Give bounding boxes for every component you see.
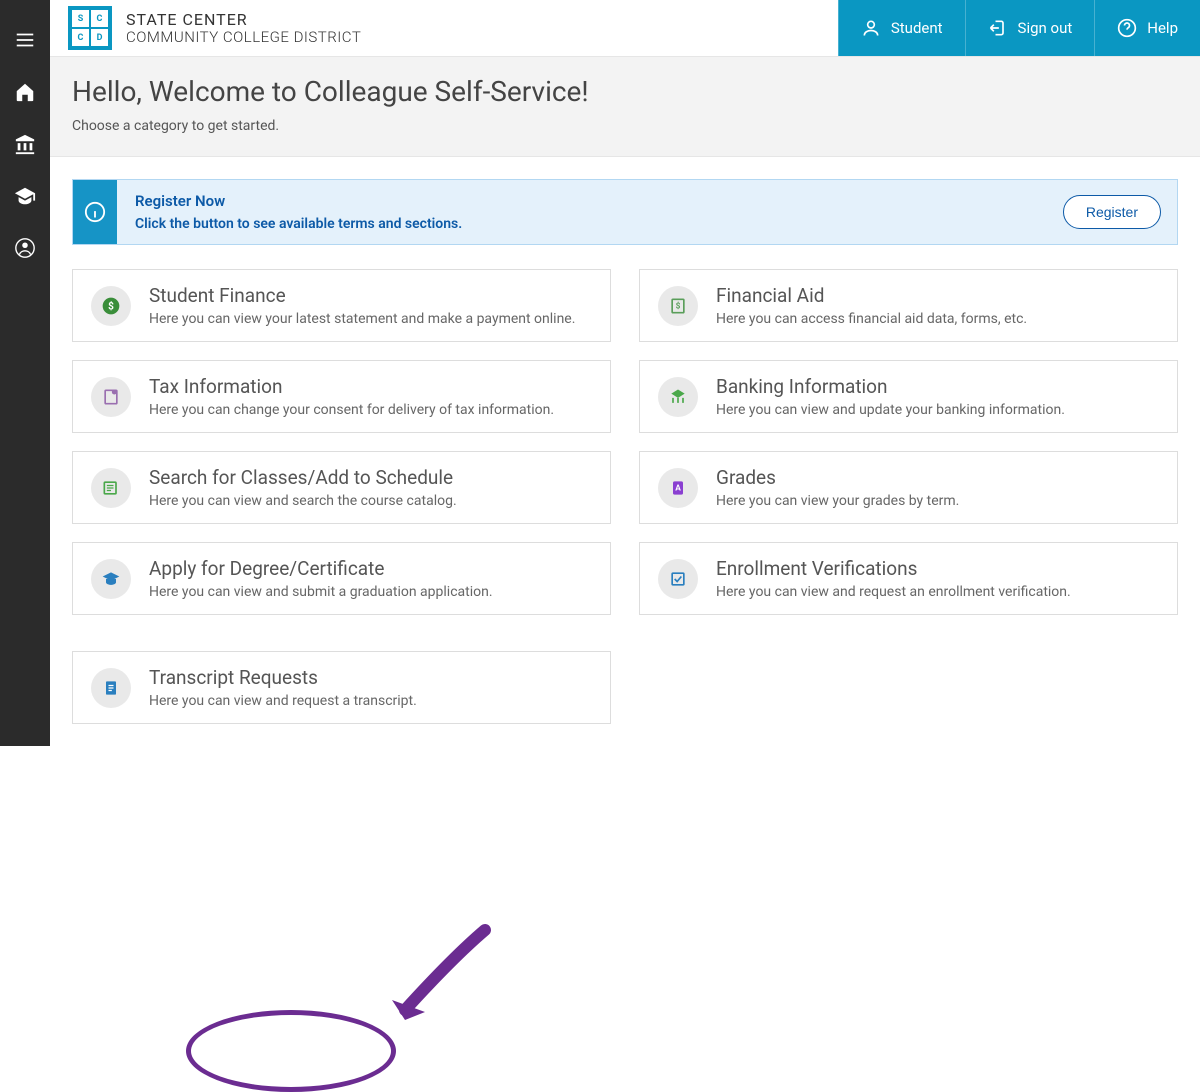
dollar-icon: $: [91, 286, 131, 326]
page-title: Hello, Welcome to Colleague Self-Service…: [72, 75, 1178, 108]
bank-icon: [658, 377, 698, 417]
menu-toggle[interactable]: [0, 14, 50, 66]
graduation-cap-icon: [14, 185, 36, 207]
brand-logo: S C C D: [68, 6, 112, 50]
tax-icon: [91, 377, 131, 417]
tile-desc: Here you can change your consent for del…: [149, 402, 554, 418]
signout-label: Sign out: [1018, 19, 1073, 37]
register-notice: Register Now Click the button to see ava…: [72, 179, 1178, 245]
tile-desc: Here you can view and submit a graduatio…: [149, 584, 493, 600]
tile-title: Tax Information: [149, 375, 554, 398]
tile-title: Grades: [716, 466, 959, 489]
top-bar: S C C D STATE CENTER COMMUNITY COLLEGE D…: [50, 0, 1200, 57]
tile-search-classes[interactable]: Search for Classes/Add to Schedule Here y…: [72, 451, 611, 524]
tile-tax[interactable]: Tax Information Here you can change your …: [72, 360, 611, 433]
tile-dollar[interactable]: $ Student Finance Here you can view your l…: [72, 269, 611, 342]
annotation-circle: [186, 1010, 396, 1092]
welcome-banner: Hello, Welcome to Colleague Self-Service…: [50, 57, 1200, 157]
hamburger-icon: [14, 29, 36, 51]
brand-line1: STATE CENTER: [126, 11, 361, 29]
tiles-grid: $ Student Finance Here you can view your l…: [72, 269, 1178, 724]
notice-desc: Click the button to see available terms …: [135, 216, 1029, 232]
tile-desc: Here you can view and search the course …: [149, 493, 457, 509]
user-circle-icon: [14, 237, 36, 259]
aid-icon: $: [658, 286, 698, 326]
brand-line2: COMMUNITY COLLEGE DISTRICT: [126, 29, 361, 46]
transcript-icon: [91, 668, 131, 708]
tile-desc: Here you can view your grades by term.: [716, 493, 959, 509]
verify-icon: [658, 559, 698, 599]
signout-button[interactable]: Sign out: [965, 0, 1095, 56]
register-button[interactable]: Register: [1063, 195, 1161, 229]
tile-desc: Here you can view and request a transcri…: [149, 693, 417, 709]
degree-icon: [91, 559, 131, 599]
side-navigation: [0, 0, 50, 746]
tile-verify[interactable]: Enrollment Verifications Here you can vie…: [639, 542, 1178, 615]
tile-title: Transcript Requests: [149, 666, 417, 689]
tile-desc: Here you can view and update your bankin…: [716, 402, 1065, 418]
svg-text:A: A: [675, 483, 681, 493]
help-button[interactable]: Help: [1094, 0, 1200, 56]
help-icon: [1117, 18, 1137, 38]
tile-degree[interactable]: Apply for Degree/Certificate Here you can…: [72, 542, 611, 615]
tile-title: Apply for Degree/Certificate: [149, 557, 493, 580]
tile-transcript[interactable]: Transcript Requests Here you can view and…: [72, 651, 611, 724]
info-icon-wrap: [73, 180, 117, 244]
brand: S C C D STATE CENTER COMMUNITY COLLEGE D…: [50, 0, 838, 56]
notice-title: Register Now: [135, 192, 1029, 210]
annotation-arrow: [380, 922, 500, 1036]
tile-desc: Here you can access financial aid data, …: [716, 311, 1027, 327]
tile-desc: Here you can view and request an enrollm…: [716, 584, 1071, 600]
svg-text:$: $: [676, 300, 681, 311]
page-subtitle: Choose a category to get started.: [72, 118, 1178, 134]
search-classes-icon: [91, 468, 131, 508]
institution-icon: [14, 133, 36, 155]
svg-text:$: $: [108, 299, 114, 312]
tile-title: Student Finance: [149, 284, 575, 307]
tile-title: Enrollment Verifications: [716, 557, 1071, 580]
tile-title: Banking Information: [716, 375, 1065, 398]
grades-icon: A: [658, 468, 698, 508]
nav-institution[interactable]: [0, 118, 50, 170]
tile-grades[interactable]: A Grades Here you can view your grades by …: [639, 451, 1178, 524]
student-label: Student: [891, 19, 943, 37]
tile-desc: Here you can view your latest statement …: [149, 311, 575, 327]
student-button[interactable]: Student: [838, 0, 965, 56]
info-icon: [84, 201, 106, 223]
signout-icon: [988, 18, 1008, 38]
help-label: Help: [1147, 19, 1178, 37]
tile-aid[interactable]: $ Financial Aid Here you can access financ…: [639, 269, 1178, 342]
tile-bank[interactable]: Banking Information Here you can view and…: [639, 360, 1178, 433]
tile-title: Financial Aid: [716, 284, 1027, 307]
tile-title: Search for Classes/Add to Schedule: [149, 466, 457, 489]
nav-home[interactable]: [0, 66, 50, 118]
user-icon: [861, 18, 881, 38]
home-icon: [14, 81, 36, 103]
nav-graduation[interactable]: [0, 170, 50, 222]
nav-user[interactable]: [0, 222, 50, 274]
